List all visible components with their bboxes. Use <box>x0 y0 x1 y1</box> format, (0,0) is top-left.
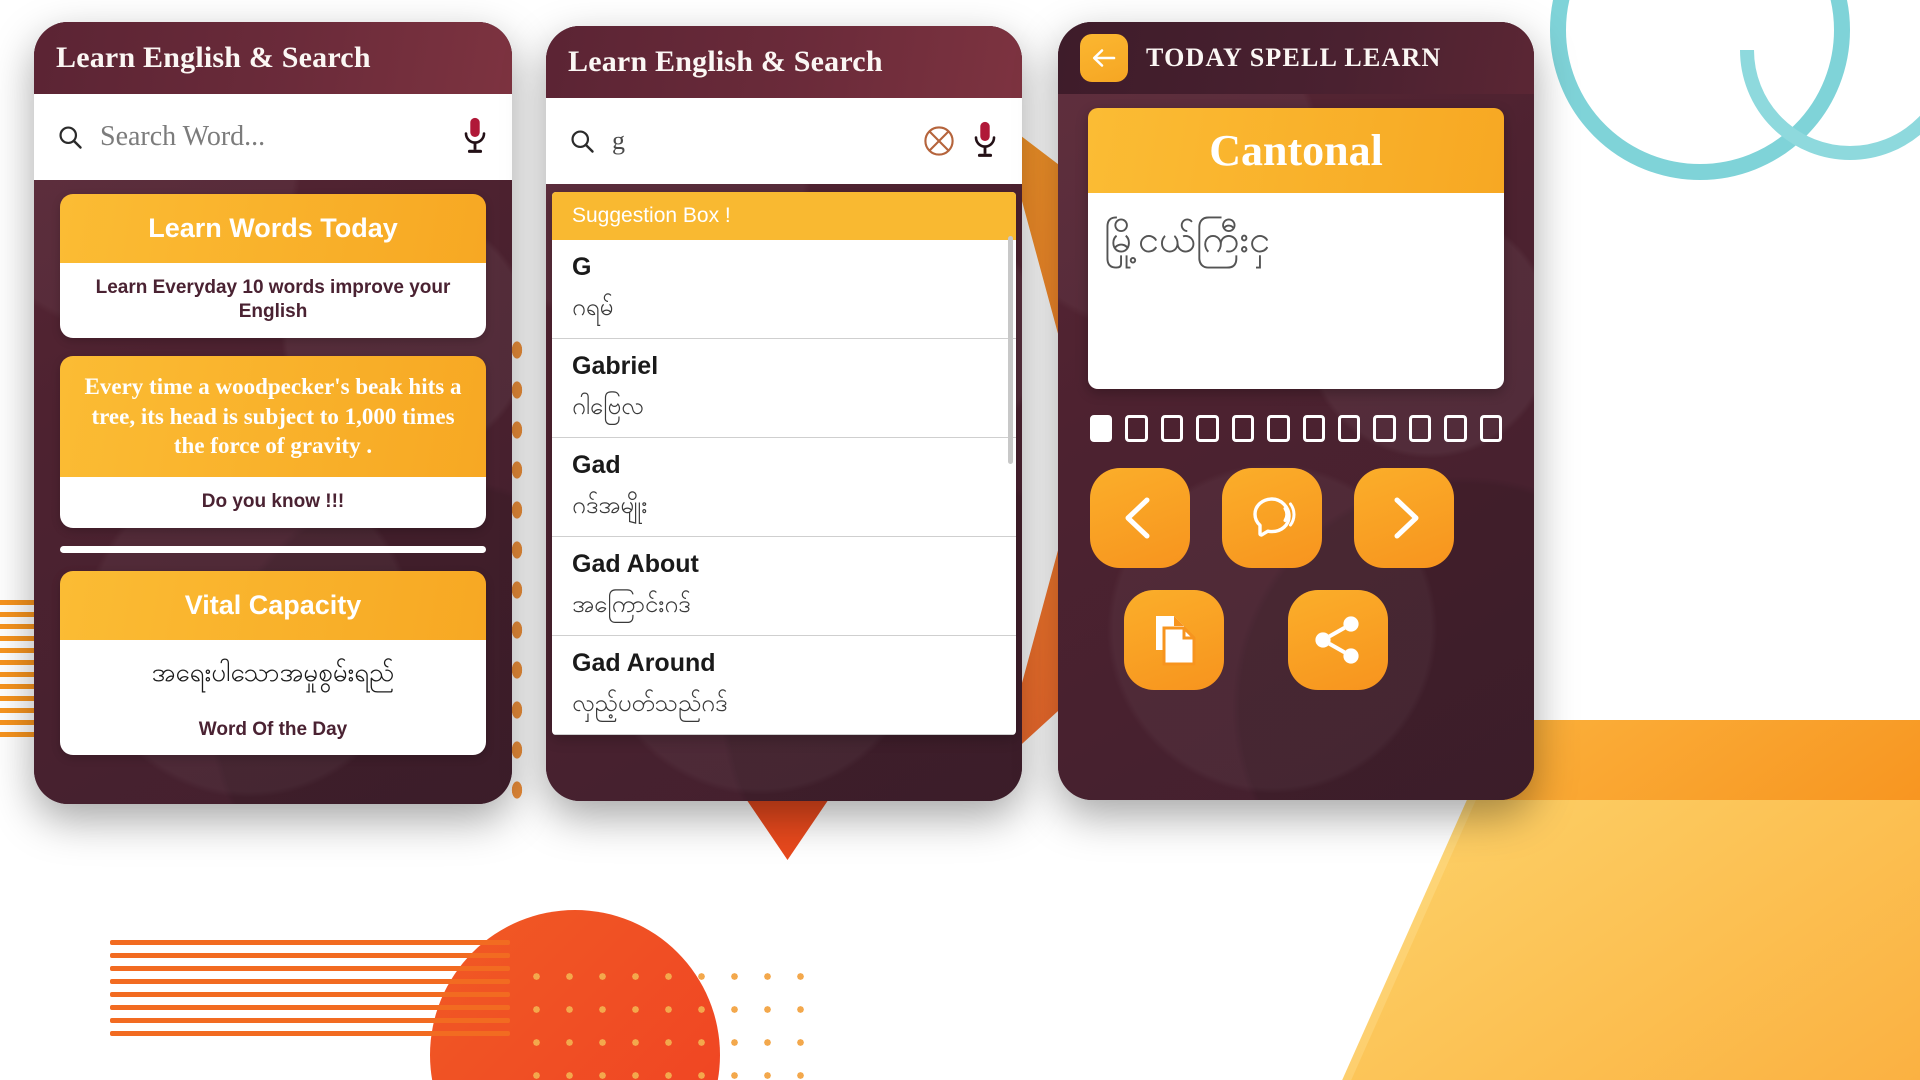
search-icon <box>571 130 594 153</box>
suggestion-word: Gad About <box>572 550 699 578</box>
word-card-title: Cantonal <box>1088 108 1504 193</box>
phone1-search-placeholder: Search Word... <box>100 121 266 152</box>
suggestion-word: Gad Around <box>572 649 716 677</box>
pagination-dot[interactable] <box>1444 415 1467 442</box>
list-item[interactable]: Gad Around လှည့်ပတ်သည်ဂဒ် <box>552 636 1016 735</box>
phone1-search-bar[interactable]: Search Word... <box>34 94 512 180</box>
suggestion-translation: ဂရမ် <box>572 294 614 321</box>
yellow-sweep <box>1253 800 1920 1080</box>
next-button[interactable] <box>1354 468 1454 568</box>
previous-button[interactable] <box>1090 468 1190 568</box>
pagination-dot[interactable] <box>1231 415 1255 442</box>
phone3-appbar: TODAY SPELL LEARN <box>1058 22 1534 94</box>
chevron-right-icon <box>1394 497 1419 539</box>
phone1-appbar: Learn English & Search <box>34 22 512 94</box>
suggestion-word: Gabriel <box>572 352 659 380</box>
card-word-of-the-day-translation: အရေးပါသောအမှုစွမ်းရည် <box>60 639 486 705</box>
phone2-appbar: Learn English & Search <box>546 26 1022 98</box>
microphone-icon[interactable] <box>970 120 1000 162</box>
phone1-search-input[interactable]: Search Word... <box>56 121 446 153</box>
suggestion-word: Gad <box>572 451 621 479</box>
dot-grid <box>520 960 820 1080</box>
clear-circle-icon[interactable] <box>922 124 956 158</box>
card-fact-label: Do you know !!! <box>60 477 486 528</box>
pagination-dot[interactable] <box>1302 415 1325 442</box>
phone2-app-title: Learn English & Search <box>568 45 883 78</box>
phone1-app-title: Learn English & Search <box>56 41 371 74</box>
copy-icon <box>1156 616 1196 666</box>
phone2-search-value: g <box>612 126 625 155</box>
suggestion-scrollbar[interactable] <box>1008 236 1013 464</box>
card-fact[interactable]: Every time a woodpecker's beak hits a tr… <box>60 355 486 528</box>
list-item[interactable]: Gad About အကြောင်းဂဒ် <box>552 537 1016 636</box>
card-word-of-the-day-title: Vital Capacity <box>60 570 486 640</box>
pagination-indicator <box>1084 389 1508 442</box>
pagination-dot[interactable] <box>1479 415 1503 442</box>
phone3-app-title: TODAY SPELL LEARN <box>1146 43 1442 72</box>
action-button-row <box>1084 568 1508 690</box>
pagination-dot[interactable] <box>1125 415 1148 442</box>
bottom-stripes <box>110 940 510 1070</box>
word-card-translation: မြို့ငယ်ကြီးငှ <box>1088 193 1504 389</box>
phone-screen-suggestions: Learn English & Search g Suggestion Box … <box>546 26 1022 801</box>
speak-button[interactable] <box>1222 468 1322 568</box>
speaker-head-icon <box>1253 497 1296 537</box>
card-learn-words-today-title: Learn Words Today <box>60 194 486 263</box>
card-word-of-the-day[interactable]: Vital Capacity အရေးပါသောအမှုစွမ်းရည် Wor… <box>60 570 486 756</box>
phone2-search-input[interactable]: g <box>568 126 908 156</box>
nav-button-row <box>1084 442 1508 568</box>
suggestion-box-header: Suggestion Box ! <box>552 192 1016 240</box>
microphone-icon[interactable] <box>460 116 490 158</box>
pagination-dot[interactable] <box>1267 415 1290 442</box>
phone-screen-spell-learn: TODAY SPELL LEARN Cantonal မြို့ငယ်ကြီးင… <box>1058 22 1534 800</box>
card-word-of-the-day-label: Word Of the Day <box>60 704 486 756</box>
section-divider <box>60 545 486 553</box>
pagination-dot[interactable] <box>1090 415 1113 442</box>
phone2-search-bar[interactable]: g <box>546 98 1022 184</box>
pagination-dot[interactable] <box>1408 415 1432 442</box>
search-icon <box>59 126 82 149</box>
pagination-dot[interactable] <box>1160 415 1184 442</box>
card-learn-words-today-body: Learn Everyday 10 words improve your Eng… <box>60 263 486 338</box>
share-button[interactable] <box>1288 590 1388 690</box>
suggestion-translation: လှည့်ပတ်သည်ဂဒ် <box>572 690 728 717</box>
suggestion-translation: ဂါဗြေလ <box>572 393 644 420</box>
word-card: Cantonal မြို့ငယ်ကြီးငှ <box>1088 108 1504 389</box>
pagination-dot[interactable] <box>1337 415 1361 442</box>
chevron-left-icon <box>1125 497 1150 539</box>
share-icon <box>1315 616 1359 664</box>
back-arrow-icon[interactable] <box>1080 34 1128 82</box>
phone-screen-home: Learn English & Search Search Word... Le… <box>34 22 512 804</box>
suggestion-word: G <box>572 253 592 281</box>
list-item[interactable]: Gabriel ဂါဗြေလ <box>552 339 1016 438</box>
phone1-content: Learn Words Today Learn Everyday 10 word… <box>34 180 512 756</box>
pagination-dot[interactable] <box>1196 415 1219 442</box>
suggestion-translation: ဂဒ်အမျိုး <box>572 492 648 519</box>
list-item[interactable]: Gad ဂဒ်အမျိုး <box>552 438 1016 537</box>
card-learn-words-today[interactable]: Learn Words Today Learn Everyday 10 word… <box>60 194 486 338</box>
copy-button[interactable] <box>1124 590 1224 690</box>
card-fact-text: Every time a woodpecker's beak hits a tr… <box>60 355 486 478</box>
list-item[interactable]: G ဂရမ် <box>552 240 1016 339</box>
suggestion-box: Suggestion Box ! G ဂရမ် Gabriel ဂါဗြေလ G… <box>552 192 1016 735</box>
suggestion-translation: အကြောင်းဂဒ် <box>572 591 691 618</box>
phone3-content: Cantonal မြို့ငယ်ကြီးငှ <box>1058 94 1534 690</box>
pagination-dot[interactable] <box>1373 415 1396 442</box>
